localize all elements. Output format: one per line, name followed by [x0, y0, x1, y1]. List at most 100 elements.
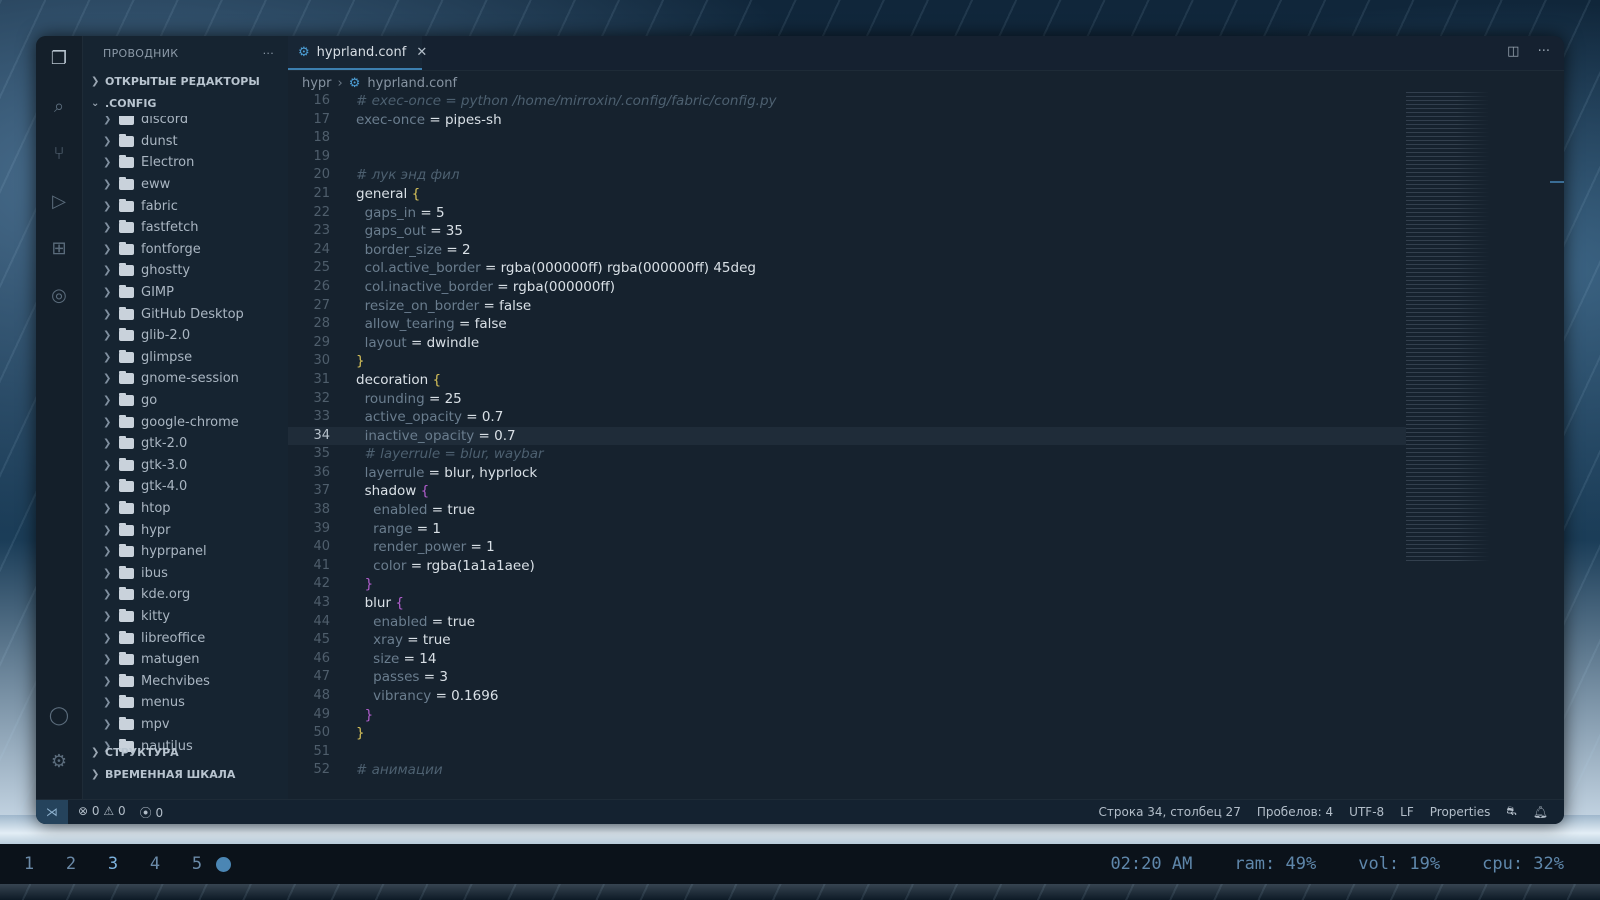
- folder-item[interactable]: ❯ fastfetch: [83, 217, 288, 239]
- folder-item[interactable]: ❯ go: [83, 390, 288, 412]
- workspace-2[interactable]: 2: [58, 854, 84, 874]
- folder-item[interactable]: ❯ gnome-session: [83, 368, 288, 390]
- breadcrumb-file[interactable]: hyprland.conf: [367, 76, 457, 91]
- code-line[interactable]: 46 size = 14: [288, 650, 1406, 669]
- open-editors-section[interactable]: ❯ ОТКРЫТЫЕ РЕДАКТОРЫ: [83, 70, 288, 92]
- folder-item[interactable]: ❯ gtk-2.0: [83, 433, 288, 455]
- folder-item[interactable]: ❯ dunst: [83, 131, 288, 153]
- encoding[interactable]: UTF-8: [1349, 805, 1384, 819]
- code-line[interactable]: 50}: [288, 724, 1406, 743]
- minimap[interactable]: [1406, 92, 1518, 562]
- code-line[interactable]: 52 # анимации: [288, 761, 1406, 780]
- folder-item[interactable]: ❯ hyprpanel: [83, 541, 288, 563]
- code-line[interactable]: 17 exec-once = pipes-sh: [288, 111, 1406, 130]
- workspace-3[interactable]: 3: [100, 854, 126, 874]
- close-tab-icon[interactable]: ✕: [416, 45, 427, 60]
- code-line[interactable]: 45 xray = true: [288, 631, 1406, 650]
- code-line[interactable]: 37 shadow {: [288, 482, 1406, 501]
- folder-item[interactable]: ❯ kde.org: [83, 584, 288, 606]
- folder-item[interactable]: ❯ Mechvibes: [83, 670, 288, 692]
- cursor-position[interactable]: Строка 34, столбец 27: [1099, 805, 1241, 819]
- folder-item[interactable]: ❯ Electron: [83, 152, 288, 174]
- workspace-5[interactable]: 5: [184, 854, 210, 874]
- workspace-4[interactable]: 4: [142, 854, 168, 874]
- app-tray-icon[interactable]: [216, 856, 231, 872]
- folder-item[interactable]: ❯ GIMP: [83, 282, 288, 304]
- code-line[interactable]: 25 col.active_border = rgba(000000ff) rg…: [288, 259, 1406, 278]
- more-actions-icon[interactable]: ···: [263, 47, 274, 60]
- folder-item[interactable]: ❯ eww: [83, 174, 288, 196]
- code-line[interactable]: 43 blur {: [288, 594, 1406, 613]
- code-line[interactable]: 21 general {: [288, 185, 1406, 204]
- code-line[interactable]: 31 decoration {: [288, 371, 1406, 390]
- code-line[interactable]: 16 # exec-once = python /home/mirroxin/.c…: [288, 92, 1406, 111]
- code-line[interactable]: 19: [288, 148, 1406, 167]
- folder-item[interactable]: ❯ glimpse: [83, 347, 288, 369]
- tab-hyprland-conf[interactable]: ⚙ hyprland.conf ✕: [288, 36, 427, 70]
- folder-item[interactable]: ❯ gtk-4.0: [83, 476, 288, 498]
- code-line[interactable]: 39 range = 1: [288, 520, 1406, 539]
- code-line[interactable]: 38 enabled = true: [288, 501, 1406, 520]
- code-editor[interactable]: 16 # exec-once = python /home/mirroxin/.c…: [288, 92, 1406, 800]
- workspace-1[interactable]: 1: [16, 854, 42, 874]
- folder-item[interactable]: ❯ mpv: [83, 714, 288, 736]
- folder-item[interactable]: ❯ ibus: [83, 562, 288, 584]
- code-line[interactable]: 24 border_size = 2: [288, 241, 1406, 260]
- code-line[interactable]: 29 layout = dwindle: [288, 334, 1406, 353]
- code-line[interactable]: 51: [288, 743, 1406, 762]
- folder-item[interactable]: ❯ fontforge: [83, 239, 288, 261]
- folder-item[interactable]: ❯ menus: [83, 692, 288, 714]
- remote-indicator-icon[interactable]: ⋊: [36, 800, 68, 824]
- folder-item[interactable]: ❯ kitty: [83, 606, 288, 628]
- folder-item[interactable]: ❯ gtk-3.0: [83, 455, 288, 477]
- folder-item[interactable]: ❯ htop: [83, 498, 288, 520]
- code-line[interactable]: 47 passes = 3: [288, 668, 1406, 687]
- folder-item[interactable]: ❯ hypr: [83, 519, 288, 541]
- settings-gear-icon[interactable]: ⚙: [46, 749, 72, 775]
- folder-item[interactable]: ❯ discord: [83, 116, 288, 131]
- code-line[interactable]: 48 vibrancy = 0.1696: [288, 687, 1406, 706]
- code-line[interactable]: 44 enabled = true: [288, 613, 1406, 632]
- ports-indicator[interactable]: ⦿ 0: [140, 804, 163, 821]
- end-of-line[interactable]: LF: [1400, 805, 1414, 819]
- code-line[interactable]: 49 }: [288, 706, 1406, 725]
- source-control-icon[interactable]: ⑂: [46, 141, 72, 167]
- code-line[interactable]: 34 inactive_opacity = 0.7: [288, 426, 1406, 446]
- indentation[interactable]: Пробелов: 4: [1257, 805, 1333, 819]
- code-line[interactable]: 40 render_power = 1: [288, 538, 1406, 557]
- problems-indicator[interactable]: ⊗ 0 ⚠ 0: [78, 804, 126, 821]
- code-line[interactable]: 36 layerrule = blur, hyprlock: [288, 464, 1406, 483]
- code-line[interactable]: 32 rounding = 25: [288, 390, 1406, 409]
- code-line[interactable]: 27 resize_on_border = false: [288, 297, 1406, 316]
- explorer-icon[interactable]: ❐: [46, 46, 72, 72]
- timeline-section[interactable]: ❯ ВРЕМЕННАЯ ШКАЛА: [83, 763, 288, 785]
- code-line[interactable]: 22 gaps_in = 5: [288, 204, 1406, 223]
- outline-section[interactable]: ❯ СТРУКТУРА: [83, 741, 288, 763]
- code-line[interactable]: 33 active_opacity = 0.7: [288, 408, 1406, 427]
- code-line[interactable]: 28 allow_tearing = false: [288, 315, 1406, 334]
- language-mode[interactable]: Properties: [1430, 805, 1491, 819]
- breadcrumb-folder[interactable]: hypr: [302, 76, 332, 91]
- copilot-icon[interactable]: ⛐: [1506, 804, 1516, 820]
- scrollbar[interactable]: [1550, 181, 1564, 183]
- run-debug-icon[interactable]: ▷: [46, 189, 72, 215]
- folder-item[interactable]: ❯ GitHub Desktop: [83, 303, 288, 325]
- notifications-bell-icon[interactable]: 🔔︎: [1533, 805, 1548, 819]
- extensions-icon[interactable]: ⊞: [46, 236, 72, 262]
- code-line[interactable]: 42 }: [288, 575, 1406, 594]
- folder-item[interactable]: ❯ glib-2.0: [83, 325, 288, 347]
- code-line[interactable]: 26 col.inactive_border = rgba(000000ff): [288, 278, 1406, 297]
- config-root-section[interactable]: ⌄ .CONFIG: [83, 92, 288, 114]
- code-line[interactable]: 30}: [288, 352, 1406, 371]
- more-actions-icon[interactable]: ···: [1538, 44, 1550, 59]
- folder-item[interactable]: ❯ libreoffice: [83, 627, 288, 649]
- code-line[interactable]: 35 # layerrule = blur, waybar: [288, 445, 1406, 464]
- folder-item[interactable]: ❯ matugen: [83, 649, 288, 671]
- code-line[interactable]: 20 # лук энд фил: [288, 166, 1406, 185]
- code-line[interactable]: 18: [288, 129, 1406, 148]
- folder-item[interactable]: ❯ google-chrome: [83, 411, 288, 433]
- folder-item[interactable]: ❯ fabric: [83, 195, 288, 217]
- code-line[interactable]: 23 gaps_out = 35: [288, 222, 1406, 241]
- account-icon[interactable]: ◯: [46, 703, 72, 729]
- split-editor-icon[interactable]: ◫: [1507, 44, 1519, 59]
